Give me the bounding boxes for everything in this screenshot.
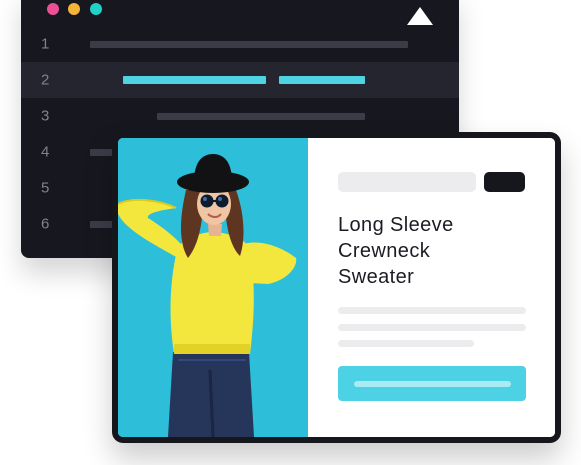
code-placeholder bbox=[90, 41, 408, 48]
highlighted-code bbox=[279, 76, 365, 84]
dark-action-button[interactable] bbox=[484, 172, 525, 192]
maximize-window-dot[interactable] bbox=[90, 3, 102, 15]
description-placeholder-line bbox=[338, 340, 474, 347]
product-title-line: Sweater bbox=[338, 266, 415, 288]
search-bar-placeholder[interactable] bbox=[338, 172, 476, 192]
line-number: 6 bbox=[41, 215, 50, 233]
product-title: Long Sleeve Crewneck Sweater bbox=[338, 212, 454, 290]
button-label-placeholder bbox=[354, 381, 511, 387]
product-details-panel: Long Sleeve Crewneck Sweater bbox=[308, 138, 555, 437]
code-placeholder bbox=[157, 113, 365, 120]
line-number: 3 bbox=[41, 107, 50, 125]
product-photo bbox=[118, 138, 308, 437]
triangle-up-icon[interactable] bbox=[407, 7, 433, 25]
code-line[interactable]: 3 bbox=[21, 98, 459, 134]
product-title-line: Crewneck bbox=[338, 240, 431, 262]
description-placeholder-line bbox=[338, 307, 526, 314]
minimize-window-dot[interactable] bbox=[68, 3, 80, 15]
code-line[interactable]: 1 bbox=[21, 26, 459, 62]
product-title-line: Long Sleeve bbox=[338, 214, 454, 236]
product-card: Long Sleeve Crewneck Sweater bbox=[112, 132, 561, 443]
line-number: 2 bbox=[41, 71, 50, 89]
line-number: 1 bbox=[41, 35, 50, 53]
close-window-dot[interactable] bbox=[47, 3, 59, 15]
description-placeholder-line bbox=[338, 324, 526, 331]
line-number: 5 bbox=[41, 179, 50, 197]
line-number: 4 bbox=[41, 143, 50, 161]
add-to-cart-button[interactable] bbox=[338, 366, 526, 401]
code-line-active[interactable]: 2 bbox=[21, 62, 459, 98]
highlighted-code bbox=[123, 76, 266, 84]
woman-in-yellow-sweater-illustration bbox=[118, 138, 308, 437]
